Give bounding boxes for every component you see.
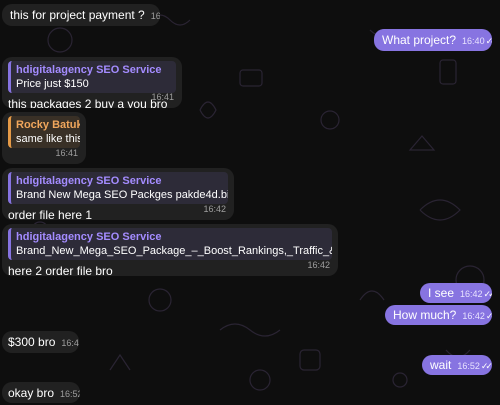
message-outgoing[interactable]: How much?16:42✓✓ (385, 305, 492, 325)
message-text: What project? (382, 33, 457, 47)
message-incoming-reply[interactable]: Rocky Batukali same like this 16:41 (2, 112, 86, 164)
message-time: 16:42 (462, 311, 485, 321)
reply-sender: hdigitalagency SEO Service (16, 175, 162, 187)
reply-quote[interactable]: hdigitalagency SEO Service Brand_New_Meg… (8, 228, 332, 260)
reply-text: Price just $150 (16, 78, 89, 90)
message-incoming[interactable]: okay bro 16:52 (2, 382, 80, 403)
message-time: 16:41 (151, 92, 174, 102)
message-outgoing[interactable]: I see 16:42✓✓ (420, 283, 492, 303)
message-time: 16:41 (55, 148, 78, 158)
message-text: I see (428, 286, 455, 300)
message-incoming-reply[interactable]: hdigitalagency SEO Service Price just $1… (2, 57, 182, 108)
reply-sender: hdigitalagency SEO Service (16, 231, 162, 243)
message-text: wait (430, 358, 452, 372)
message-text: How much? (393, 308, 457, 322)
read-checks-icon: ✓✓ (483, 289, 492, 299)
message-time: 16:52 (457, 361, 480, 371)
read-checks-icon: ✓✓ (485, 36, 492, 46)
message-text: order file here 1 (8, 208, 93, 220)
reply-sender: Rocky Batukali (16, 119, 80, 131)
reply-text: Brand New Mega SEO Packges pakde4d.biz.x… (16, 189, 228, 201)
message-outgoing[interactable]: What project? 16:40✓✓ (374, 29, 492, 51)
reply-quote[interactable]: hdigitalagency SEO Service Brand New Meg… (8, 172, 228, 204)
message-text: $300 bro (8, 335, 56, 349)
message-time: 16:40 (462, 36, 485, 46)
message-incoming-reply[interactable]: hdigitalagency SEO Service Brand_New_Meg… (2, 224, 338, 276)
message-outgoing[interactable]: wait 16:52✓✓ (422, 355, 492, 375)
message-text: okay bro (8, 386, 55, 400)
message-time: 16:42 (460, 289, 483, 299)
read-checks-icon: ✓✓ (480, 361, 492, 371)
message-incoming-reply[interactable]: hdigitalagency SEO Service Brand New Meg… (2, 168, 234, 220)
reply-sender: hdigitalagency SEO Service (16, 64, 162, 76)
reply-quote[interactable]: Rocky Batukali same like this (8, 116, 80, 148)
message-incoming[interactable]: $300 bro 16:42 (2, 331, 79, 353)
message-time: 16:42 (307, 260, 330, 270)
message-text: this packages 2 buy a you bro (8, 97, 168, 108)
message-time: 16:42 (203, 204, 226, 214)
message-time: 16:42 (61, 338, 79, 348)
message-time: 16:52 (60, 389, 80, 399)
message-text: this for project payment ? (10, 8, 145, 22)
message-text: here 2 order file bro (8, 264, 113, 276)
reply-text: same like this (16, 133, 80, 145)
message-incoming[interactable]: this for project payment ? 16:39 (2, 4, 160, 26)
reply-text: Brand_New_Mega_SEO_Package_–_Boost_Ranki… (16, 245, 332, 257)
message-time: 16:39 (150, 11, 160, 21)
